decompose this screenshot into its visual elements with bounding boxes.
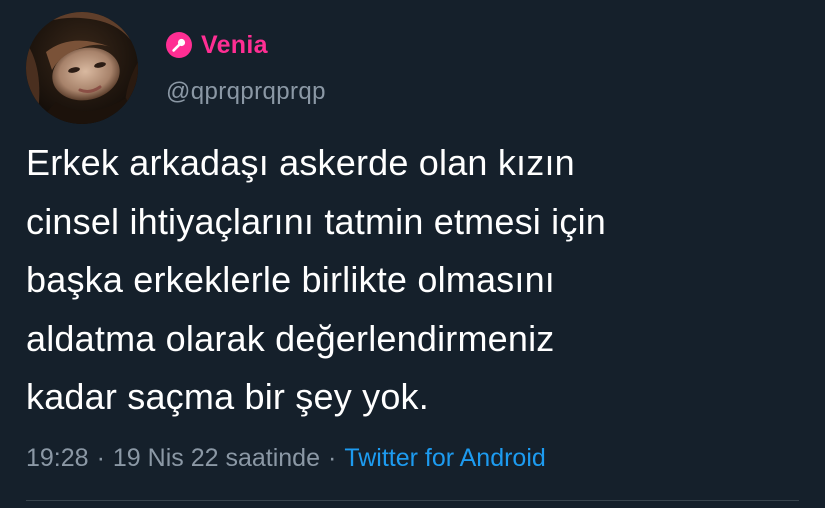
tweet-text-line: Erkek arkadaşı askerde olan kızın	[26, 142, 575, 183]
divider	[26, 500, 799, 501]
tweet-card: Venia @qprqprqprqp Erkek arkadaşı askerd…	[0, 0, 825, 508]
tweet-text-line: başka erkeklerle birlikte olmasını	[26, 259, 556, 300]
meta-separator: ·	[96, 444, 105, 472]
microphone-icon	[166, 32, 192, 58]
tweet-text-line: cinsel ihtiyaçlarını tatmin etmesi için	[26, 200, 607, 242]
display-name[interactable]: Venia	[201, 31, 268, 60]
avatar-image	[26, 12, 138, 124]
avatar[interactable]	[26, 12, 138, 124]
tweet-metadata: 19:28 · 19 Nis 22 saatinde · Twitter for…	[26, 444, 546, 473]
tweet-source-link[interactable]: Twitter for Android	[344, 444, 545, 473]
tweet-text: Erkek arkadaşı askerde olan kızın cinsel…	[26, 134, 816, 427]
tweet-text-line: aldatma olarak değerlendirmeniz	[26, 317, 555, 359]
tweet-date[interactable]: 19 Nis 22 saatinde	[113, 444, 320, 473]
author-name-row[interactable]: Venia	[166, 28, 268, 62]
tweet-text-line: kadar saçma bir şey yok.	[26, 376, 429, 417]
meta-separator: ·	[327, 444, 337, 472]
user-handle[interactable]: @qprqprqprqp	[166, 78, 326, 106]
tweet-time[interactable]: 19:28	[26, 444, 89, 473]
